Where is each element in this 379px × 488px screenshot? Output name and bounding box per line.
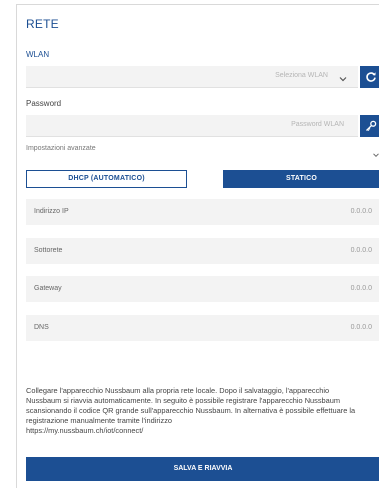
field-label: Indirizzo IP <box>34 208 69 215</box>
field-value: 0.0.0.0 <box>350 208 372 215</box>
ip-address-field[interactable]: Indirizzo IP 0.0.0.0 <box>26 199 379 225</box>
field-label: Sottorete <box>34 247 63 254</box>
field-value: 0.0.0.0 <box>350 247 372 254</box>
refresh-icon <box>366 72 376 82</box>
field-value: 0.0.0.0 <box>350 324 372 331</box>
info-line: Collegare l'apparecchio Nussbaum alla pr… <box>26 386 330 395</box>
wlan-select[interactable]: Seleziona WLAN <box>26 66 358 88</box>
key-icon <box>366 120 377 132</box>
refresh-wlan-button[interactable] <box>360 66 379 88</box>
network-panel: RETE WLAN Seleziona WLAN Password Passwo… <box>16 4 379 488</box>
info-text: Collegare l'apparecchio Nussbaum alla pr… <box>26 386 379 436</box>
show-password-button[interactable] <box>360 115 379 137</box>
advanced-settings-toggle[interactable]: Impostazioni avanzate <box>26 144 379 158</box>
password-label: Password <box>26 99 62 108</box>
info-line: Nussbaum si riavvia automaticamente. In … <box>26 396 341 406</box>
password-input[interactable]: Password WLAN <box>26 115 358 137</box>
wlan-select-placeholder: Seleziona WLAN <box>275 72 328 79</box>
save-and-restart-button[interactable]: SALVA E RIAVVIA <box>26 457 379 481</box>
field-value: 0.0.0.0 <box>350 285 372 292</box>
subnet-field[interactable]: Sottorete 0.0.0.0 <box>26 238 379 264</box>
chevron-down-icon <box>372 146 379 158</box>
info-link[interactable]: https://my.nussbaum.ch/iot/connect/ <box>26 426 379 436</box>
info-line: scansionando il codice QR grande sull'ap… <box>26 406 356 416</box>
chevron-down-icon <box>338 71 348 82</box>
dhcp-button[interactable]: DHCP (AUTOMATICO) <box>26 170 187 188</box>
field-label: Gateway <box>34 285 62 292</box>
dns-field[interactable]: DNS 0.0.0.0 <box>26 315 379 341</box>
static-button[interactable]: STATICO <box>223 170 379 188</box>
field-label: DNS <box>34 324 49 331</box>
info-line: registrazione manualmente tramite l'indi… <box>26 416 173 426</box>
password-row: Password WLAN <box>26 113 379 137</box>
page-title: RETE <box>26 17 59 31</box>
password-placeholder: Password WLAN <box>291 121 344 128</box>
gateway-field[interactable]: Gateway 0.0.0.0 <box>26 276 379 302</box>
wlan-row: Seleziona WLAN <box>26 64 379 88</box>
wlan-label: WLAN <box>26 50 50 59</box>
advanced-settings-label: Impostazioni avanzate <box>26 145 96 152</box>
